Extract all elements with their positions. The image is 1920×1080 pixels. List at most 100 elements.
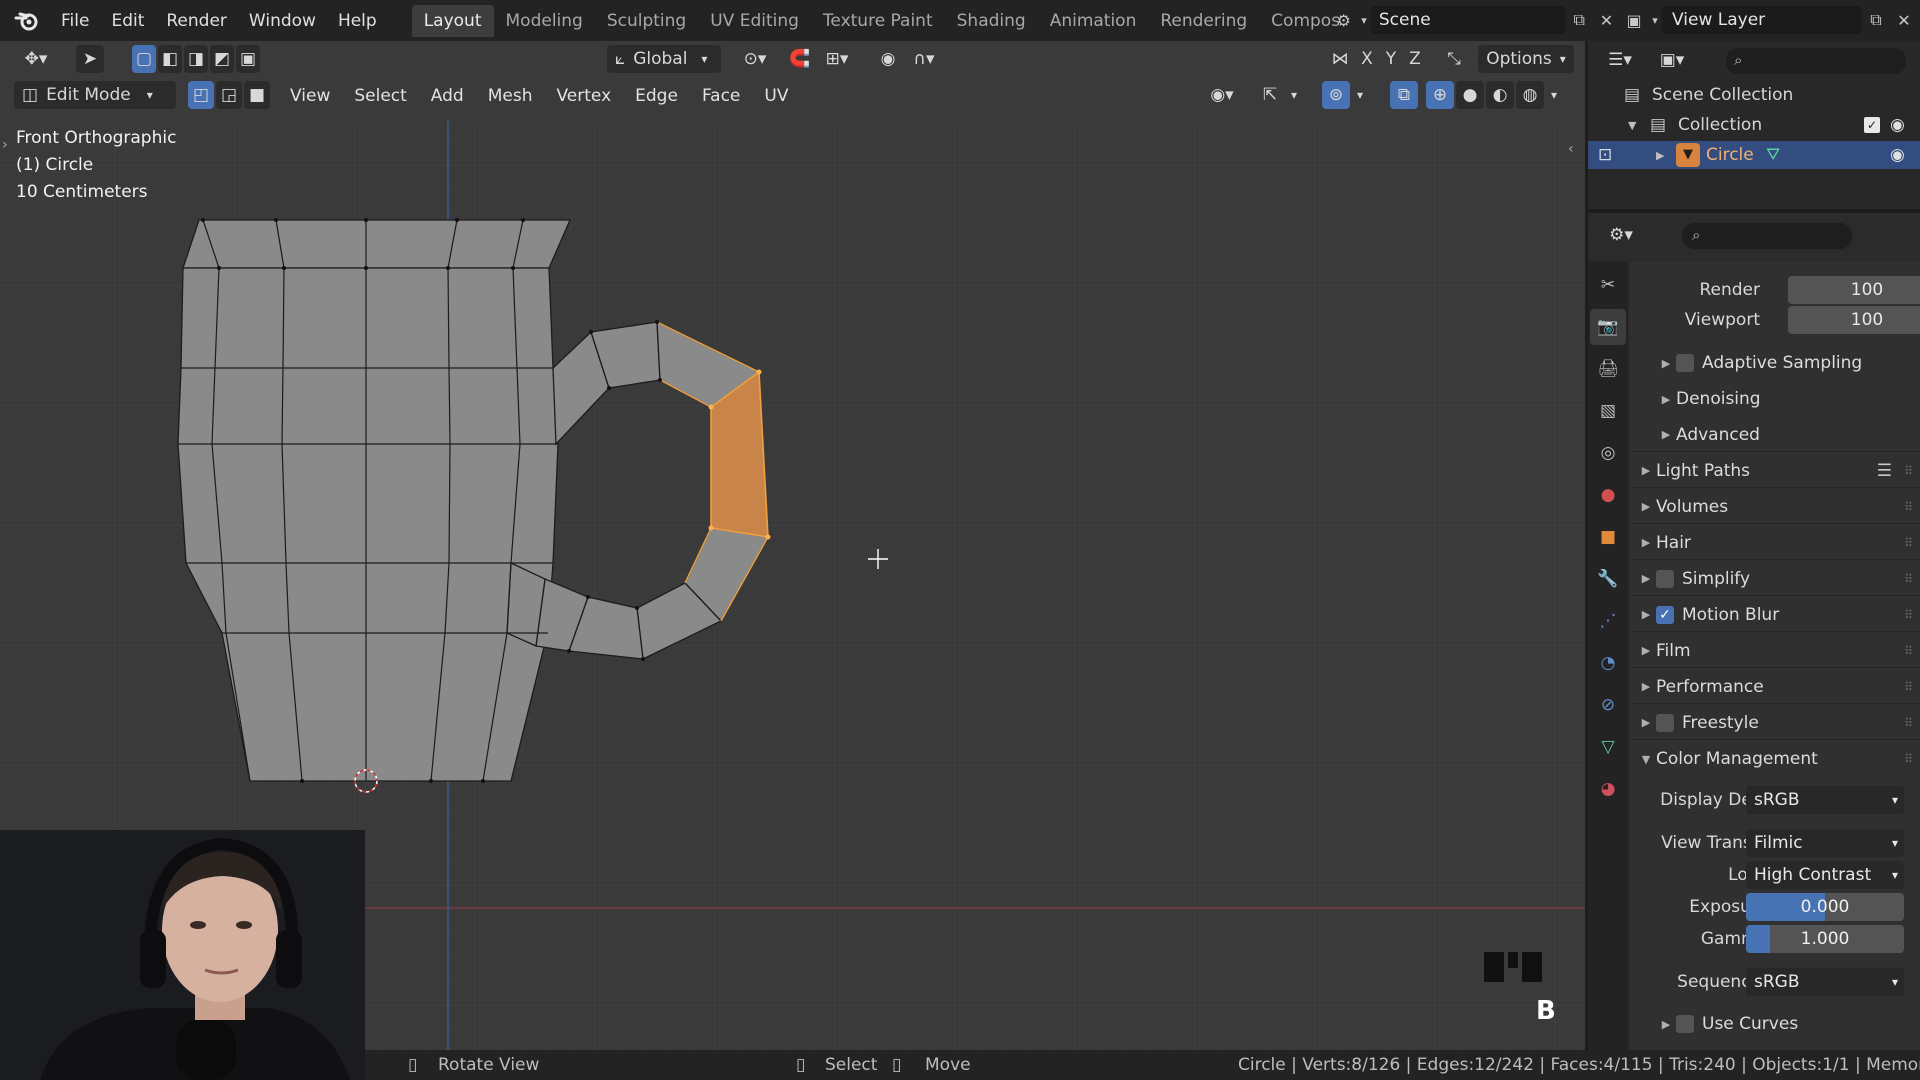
overlays-dropdown[interactable]: ▾ <box>1352 81 1368 109</box>
display-device-dropdown[interactable]: sRGB ▾ <box>1746 786 1904 814</box>
tab-modeling[interactable]: Modeling <box>494 5 595 37</box>
close-icon[interactable]: ✕ <box>1890 6 1918 34</box>
tab-texture-paint[interactable]: Texture Paint <box>811 5 945 37</box>
select-mode-new-button[interactable]: ▢ <box>132 45 156 73</box>
chevron-down-icon[interactable]: ▾ <box>1357 6 1371 34</box>
drag-handle-icon[interactable]: ⠿ <box>1904 716 1913 730</box>
proportional-edit-button[interactable]: ◉ <box>874 45 902 73</box>
view-transform-dropdown[interactable]: Filmic ▾ <box>1746 829 1904 857</box>
properties-search-input[interactable]: ⌕ <box>1682 223 1852 249</box>
overlays-toggle-button[interactable]: ⊚ <box>1322 81 1350 109</box>
drag-handle-icon[interactable]: ⠿ <box>1904 464 1913 478</box>
freestyle-checkbox[interactable] <box>1656 713 1674 732</box>
properties-editor-type-button[interactable]: ⚙▾ <box>1600 221 1642 249</box>
editor-type-button[interactable]: ✥▾ <box>14 45 58 73</box>
mirror-x-button[interactable]: X <box>1356 45 1378 73</box>
menu-mesh[interactable]: Mesh <box>476 81 545 111</box>
tool-select-button[interactable]: ➤ <box>76 45 104 73</box>
material-tab-icon[interactable]: ◕ <box>1590 771 1626 807</box>
outliner-search-input[interactable]: ⌕ <box>1726 48 1906 74</box>
shading-solid-button[interactable]: ● <box>1456 81 1484 109</box>
drag-handle-icon[interactable]: ⠿ <box>1904 500 1913 514</box>
face-select-button[interactable]: ■ <box>244 81 270 109</box>
render-tab-icon[interactable]: 📷 <box>1590 309 1626 345</box>
edge-select-button[interactable]: ◲ <box>216 81 242 109</box>
shading-material-button[interactable]: ◐ <box>1486 81 1514 109</box>
blender-logo-icon[interactable] <box>14 8 40 34</box>
menu-window[interactable]: Window <box>238 5 327 37</box>
scene-icon[interactable]: ⚙ <box>1330 6 1357 34</box>
transform-orientation-dropdown[interactable]: ⟀ Global ▾ <box>607 45 721 73</box>
gizmo-dropdown[interactable]: ▾ <box>1286 81 1302 109</box>
shading-rendered-button[interactable]: ◍ <box>1516 81 1544 109</box>
view-layer-tab-icon[interactable]: ▧ <box>1590 393 1626 429</box>
tab-uv-editing[interactable]: UV Editing <box>698 5 811 37</box>
pivot-point-button[interactable]: ⊙▾ <box>734 45 776 73</box>
panel-light-paths[interactable]: ▶ Light Paths ☰ ⠿ <box>1630 454 1920 488</box>
menu-edge[interactable]: Edge <box>623 81 690 111</box>
vertex-select-button[interactable]: ◰ <box>188 81 214 109</box>
edit-mode-icon[interactable]: ⊡ <box>1598 145 1612 165</box>
tab-rendering[interactable]: Rendering <box>1148 5 1259 37</box>
menu-vertex[interactable]: Vertex <box>544 81 623 111</box>
snap-toggle-button[interactable]: 🧲 <box>786 45 814 73</box>
select-mode-invert-button[interactable]: ◩ <box>210 45 234 73</box>
mirror-icon[interactable]: ⋈ <box>1326 45 1354 73</box>
motion-blur-checkbox[interactable]: ✓ <box>1656 605 1674 624</box>
new-scene-icon[interactable]: ⧉ <box>1566 6 1593 34</box>
look-dropdown[interactable]: High Contrast ▾ <box>1746 861 1904 889</box>
view-layer-name-field[interactable]: View Layer <box>1662 6 1862 34</box>
panel-freestyle[interactable]: ▶ Freestyle ⠿ <box>1630 706 1920 740</box>
eye-icon[interactable]: ◉ <box>1890 115 1905 135</box>
visibility-dropdown[interactable]: ◉▾ <box>1200 81 1244 109</box>
menu-help[interactable]: Help <box>327 5 388 37</box>
falloff-button[interactable]: ∩▾ <box>906 45 942 73</box>
panel-simplify[interactable]: ▶ Simplify ⠿ <box>1630 562 1920 596</box>
outliner-editor-type-button[interactable]: ☰▾ <box>1600 46 1640 74</box>
tool-tab-icon[interactable]: ✂ <box>1590 267 1626 303</box>
mirror-y-button[interactable]: Y <box>1380 45 1402 73</box>
physics-tab-icon[interactable]: ◔ <box>1590 645 1626 681</box>
simplify-checkbox[interactable] <box>1656 569 1674 588</box>
new-view-layer-icon[interactable]: ⧉ <box>1862 6 1890 34</box>
menu-face[interactable]: Face <box>690 81 752 111</box>
subpanel-advanced[interactable]: ▶ Advanced <box>1630 418 1920 452</box>
toolbar-toggle-icon[interactable]: › <box>2 137 8 153</box>
close-icon[interactable]: ✕ <box>1593 6 1620 34</box>
render-samples-field[interactable]: 100 <box>1788 276 1920 304</box>
menu-select[interactable]: Select <box>342 81 418 111</box>
drag-handle-icon[interactable]: ⠿ <box>1904 608 1913 622</box>
panel-hair[interactable]: ▶ Hair ⠿ <box>1630 526 1920 560</box>
tab-shading[interactable]: Shading <box>945 5 1038 37</box>
auto-merge-icon[interactable]: ⤡ <box>1440 45 1468 73</box>
outliner-row-circle[interactable]: ⊡ ▶ ▼ Circle ⛛ ◉ <box>1588 141 1920 169</box>
object-tab-icon[interactable]: ■ <box>1590 519 1626 555</box>
data-tab-icon[interactable]: ▽ <box>1590 729 1626 765</box>
menu-render[interactable]: Render <box>155 5 238 37</box>
panel-volumes[interactable]: ▶ Volumes ⠿ <box>1630 490 1920 524</box>
panel-motion-blur[interactable]: ▶ ✓ Motion Blur ⠿ <box>1630 598 1920 632</box>
use-curves-checkbox[interactable] <box>1676 1015 1694 1033</box>
menu-uv[interactable]: UV <box>752 81 800 111</box>
shading-wireframe-button[interactable]: ⊕ <box>1426 81 1454 109</box>
tab-sculpting[interactable]: Sculpting <box>595 5 698 37</box>
world-tab-icon[interactable]: ● <box>1590 477 1626 513</box>
select-mode-subtract-button[interactable]: ◨ <box>184 45 208 73</box>
menu-edit[interactable]: Edit <box>100 5 155 37</box>
snap-target-button[interactable]: ⊞▾ <box>816 45 858 73</box>
exposure-slider[interactable]: 0.000 <box>1746 893 1904 921</box>
outliner-row-scene-collection[interactable]: ▤ Scene Collection <box>1588 81 1920 109</box>
select-mode-intersect-button[interactable]: ▣ <box>236 45 260 73</box>
output-tab-icon[interactable]: 🖨 <box>1590 351 1626 387</box>
mode-dropdown[interactable]: ◫ Edit Mode ▾ <box>14 81 176 109</box>
subpanel-use-curves[interactable]: ▶ Use Curves <box>1630 1007 1920 1041</box>
tab-layout[interactable]: Layout <box>411 4 494 37</box>
select-mode-extend-button[interactable]: ◧ <box>158 45 182 73</box>
sidebar-toggle-icon[interactable]: ‹ <box>1568 141 1574 157</box>
drag-handle-icon[interactable]: ⠿ <box>1904 644 1913 658</box>
menu-view[interactable]: View <box>278 81 342 111</box>
gamma-slider[interactable]: 1.000 <box>1746 925 1904 953</box>
subpanel-denoising[interactable]: ▶ Denoising <box>1630 382 1920 416</box>
options-dropdown[interactable]: Options ▾ <box>1478 45 1574 73</box>
particles-tab-icon[interactable]: ⋰ <box>1590 603 1626 639</box>
